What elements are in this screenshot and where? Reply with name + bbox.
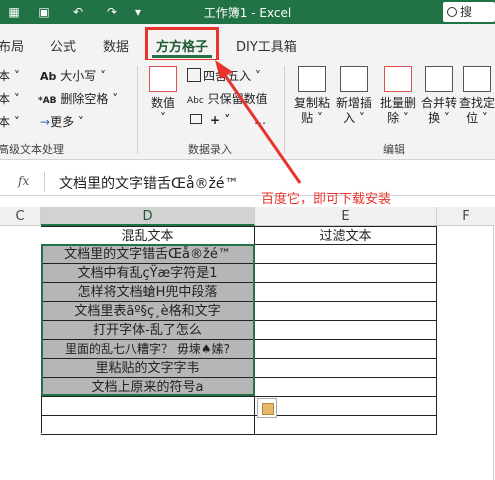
merge-icon — [425, 66, 453, 92]
insert-label-2: 入 ˅ — [343, 111, 365, 125]
ribbon-separator-2 — [284, 66, 285, 154]
arrow-right-icon: → — [40, 115, 51, 129]
case-button[interactable]: Ab 大小写 ˅ — [40, 67, 106, 84]
column-header-c[interactable]: C — [0, 207, 41, 226]
d-cell[interactable]: 打开字体-乱了怎么 — [41, 321, 255, 340]
sheet-grid[interactable]: 混乱文本 过滤文本 文档里的文字错舌Œå®žé™ 文档中有乱çŸæ字符是1 怎样… — [0, 226, 495, 480]
keep-value-label: 只保留数值 — [207, 92, 268, 106]
edit-group-label: 编辑 — [383, 143, 405, 156]
tab-formulas[interactable]: 公式 — [50, 36, 76, 55]
batch-delete-label-1: 批量删 — [379, 96, 416, 110]
copy-paste-label-2: 贴 ˅ — [301, 111, 323, 125]
search-box[interactable]: 搜 — [443, 2, 495, 22]
annotation-text: 百度它，即可下载安装 — [261, 192, 392, 207]
e-cell[interactable] — [255, 378, 437, 397]
left-item-1[interactable]: 本 ˅ — [0, 67, 20, 84]
tab-layout[interactable]: 布局 — [0, 36, 24, 55]
tab-data[interactable]: 数据 — [103, 36, 129, 55]
d-cell[interactable]: 文档上原来的符号a — [41, 378, 255, 397]
delete-space-button[interactable]: *AB 删除空格 ˅ — [38, 90, 118, 107]
d-cell[interactable]: 文档中有乱çŸæ字符是1 — [41, 264, 255, 283]
d-cell[interactable]: 文档里表ãº§ç¸è格和文字 — [41, 302, 255, 321]
search-label: 搜 — [460, 5, 473, 19]
text-group-label: 高级文本处理 — [0, 143, 64, 156]
paste-options-icon[interactable] — [257, 398, 277, 418]
copy-paste-label-1: 复制粘 — [293, 96, 330, 110]
keep-value-button[interactable]: Abc 只保留数值 — [187, 90, 268, 107]
more-label: 更多 ˅ — [50, 115, 84, 129]
table-icon — [190, 114, 202, 124]
rounding-button[interactable]: 四舍五入 ˅ — [187, 67, 261, 84]
d-cell[interactable]: 怎样将文档螥H兜中段落 — [41, 283, 255, 302]
search-icon — [447, 7, 457, 17]
numeric-button[interactable]: 数值 ˅ — [146, 66, 180, 126]
fx-icon[interactable]: fx — [18, 174, 29, 188]
e-cell[interactable] — [255, 359, 437, 378]
ribbon-separator — [137, 66, 138, 154]
tab-diy-toolbox[interactable]: DIY工具箱 — [236, 36, 297, 55]
numeric-dropdown-icon: ˅ — [160, 111, 166, 125]
left-item-3[interactable]: 本 ˅ — [0, 113, 20, 130]
ribbon-tabs: 布局 公式 数据 方方格子 DIY工具箱 — [0, 24, 495, 60]
e-cell[interactable] — [255, 283, 437, 302]
case-label: 大小写 ˅ — [60, 69, 107, 83]
rounding-icon — [187, 68, 201, 82]
numeric-label: 数值 — [150, 96, 175, 110]
more-button[interactable]: →更多 ˅ — [40, 113, 84, 130]
find-icon — [463, 66, 491, 92]
column-header-e[interactable]: E — [255, 207, 437, 226]
merge-label-2: 换 ˅ — [428, 111, 450, 125]
column-header-d[interactable]: D — [41, 207, 255, 226]
delete-space-label: 删除空格 ˅ — [60, 92, 119, 106]
e-cell[interactable] — [255, 264, 437, 283]
column-header-f[interactable]: F — [437, 207, 495, 226]
abc-icon: Abc — [187, 96, 204, 106]
formula-separator — [44, 172, 45, 192]
column-headers: C D E F — [0, 207, 495, 226]
plus-button[interactable]: + ˅ — [190, 113, 230, 127]
window-title: 工作簿1 - Excel — [203, 6, 292, 20]
grid-right-line — [493, 226, 494, 480]
ab-space-icon: *AB — [38, 96, 57, 106]
merge-label-1: 合并转 — [420, 96, 457, 110]
ab-icon: Ab — [40, 70, 57, 83]
left-item-2[interactable]: 本 ˅ — [0, 90, 20, 107]
insert-row-icon — [340, 66, 368, 92]
batch-delete-button[interactable]: 批量删 除 ˅ — [378, 66, 418, 126]
tab-highlight-box — [145, 27, 219, 62]
delete-grid-icon — [384, 66, 412, 92]
e-cell[interactable] — [255, 321, 437, 340]
d-cell[interactable]: 里面的乱七八糟字？ 毋堜♠嫊? — [41, 340, 255, 359]
d-cell[interactable]: 文档里的文字错舌Œå®žé™ — [41, 245, 255, 264]
plus-label: + ˅ — [210, 113, 231, 127]
batch-delete-label-2: 除 ˅ — [387, 111, 409, 125]
header-cell-d[interactable]: 混乱文本 — [41, 226, 255, 245]
find-locate-button[interactable]: 查找定 位 ˅ — [459, 66, 495, 126]
numeric-icon — [149, 66, 177, 92]
merge-convert-button[interactable]: 合并转 换 ˅ — [420, 66, 458, 126]
rounding-label: 四舍五入 ˅ — [203, 69, 261, 83]
title-bar: ▦ ▣ ↶ ↷ ▾ 工作簿1 - Excel 搜 — [0, 0, 495, 24]
header-cell-e[interactable]: 过滤文本 — [255, 226, 437, 245]
ellipsis-button[interactable]: … — [254, 113, 266, 127]
copy-paste-button[interactable]: 复制粘 贴 ˅ — [293, 66, 331, 126]
insert-button[interactable]: 新增插 入 ˅ — [334, 66, 374, 126]
e-cell[interactable] — [255, 302, 437, 321]
clipboard-icon — [298, 66, 326, 92]
d-cell[interactable] — [41, 397, 255, 416]
d-cell[interactable]: 里粘贴的文字字韦 — [41, 359, 255, 378]
find-label-1: 查找定 — [459, 96, 495, 110]
insert-label-1: 新增插 — [335, 96, 372, 110]
e-cell[interactable] — [255, 397, 437, 416]
e-cell[interactable] — [255, 340, 437, 359]
data-group-label: 数据录入 — [188, 143, 232, 156]
formula-bar: fx 文档里的文字错舌Œå®žé™ — [0, 168, 495, 196]
find-label-2: 位 ˅ — [466, 111, 488, 125]
d-cell[interactable] — [41, 416, 255, 435]
e-cell[interactable] — [255, 245, 437, 264]
formula-input[interactable]: 文档里的文字错舌Œå®žé™ — [59, 173, 239, 193]
e-cell[interactable] — [255, 416, 437, 435]
